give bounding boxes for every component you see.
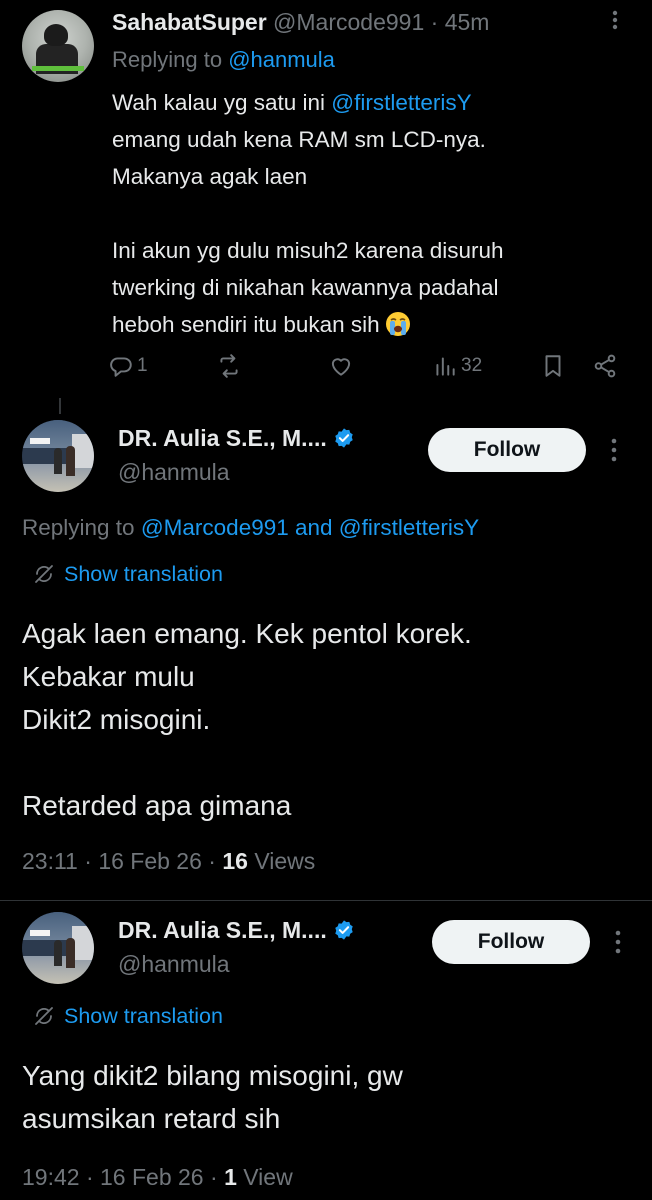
show-translation-link[interactable]: Show translation [32, 1002, 223, 1030]
show-translation-label: Show translation [64, 1004, 223, 1028]
views-count[interactable]: 16 [222, 848, 248, 874]
meta-separator: · [203, 1164, 225, 1190]
replying-mention[interactable]: @Marcode991 [141, 515, 289, 540]
tweet-text-part-2: emang udah kena RAM sm LCD-nya. Makanya … [112, 127, 504, 337]
tweet-mention[interactable]: @firstletterisY [331, 90, 471, 115]
reply-tweet[interactable]: SahabatSuper @Marcode991 · 45m Replying … [0, 0, 652, 398]
loudly-crying-face-icon [385, 312, 410, 336]
more-options-icon[interactable] [610, 926, 626, 958]
tweet-time[interactable]: · 45m [424, 9, 490, 35]
meta-separator: · [79, 1164, 101, 1190]
verified-badge-icon [335, 920, 353, 940]
like-action[interactable] [328, 350, 354, 382]
author-line: DR. Aulia S.E., M.... [118, 916, 355, 944]
avatar-rider-helmet [44, 24, 68, 46]
share-icon [594, 354, 616, 378]
author-name[interactable]: DR. Aulia S.E., M.... [118, 425, 327, 451]
replying-mention[interactable]: @hanmula [228, 47, 335, 72]
bookmark-icon [545, 355, 561, 377]
tweet-time[interactable]: 23:11 [22, 848, 78, 874]
replying-prefix: Replying to [22, 515, 141, 540]
views-label: View [243, 1164, 293, 1190]
avatar[interactable] [22, 420, 94, 492]
avatar-person [54, 448, 62, 474]
bookmark-action[interactable] [540, 350, 566, 382]
author-name[interactable]: SahabatSuper [112, 9, 267, 35]
tweet-time[interactable]: 19:42 [22, 1164, 80, 1190]
replying-mention[interactable]: @firstletterisY [339, 515, 479, 540]
more-options-icon[interactable] [606, 434, 622, 466]
meta-separator: · [201, 848, 223, 874]
focused-tweet: DR. Aulia S.E., M.... @hanmula Follow Re… [0, 414, 652, 890]
author-name[interactable]: DR. Aulia S.E., M.... [118, 917, 327, 943]
reply-icon [110, 357, 132, 377]
views-label: Views [254, 848, 316, 874]
reply-action[interactable]: 1 [108, 350, 148, 382]
retweet-action[interactable] [216, 350, 242, 382]
reply-count: 1 [137, 355, 148, 376]
avatar-person [66, 446, 75, 476]
tweet-text-part-1: Wah kalau yg satu ini [112, 90, 332, 115]
follow-button[interactable]: Follow [428, 428, 586, 472]
views-action[interactable]: 32 [432, 350, 482, 382]
translate-icon [35, 565, 53, 583]
author-handle[interactable]: @hanmula [118, 950, 230, 978]
thread-connector [59, 398, 61, 414]
show-translation-link[interactable]: Show translation [32, 560, 223, 588]
views-chart-icon [436, 357, 455, 376]
views-count: 32 [461, 355, 483, 376]
meta-separator: · [77, 848, 99, 874]
avatar-wall [72, 926, 94, 960]
avatar-person [66, 938, 75, 968]
replying-to: Replying to @Marcode991 and @firstletter… [22, 514, 479, 542]
replying-and: and [288, 515, 339, 540]
tweet-text: Agak laen emang. Kek pentol korek. Kebak… [22, 618, 472, 821]
tweet-date[interactable]: 16 Feb 26 [100, 1164, 204, 1190]
author-line: SahabatSuper @Marcode991 · 45m [112, 8, 489, 36]
replying-to: Replying to @hanmula [112, 46, 335, 74]
avatar-person [54, 940, 62, 966]
avatar-sign [30, 438, 50, 444]
avatar-wall [72, 434, 94, 468]
tweet-text: Yang dikit2 bilang misogini, gw asumsika… [22, 1060, 403, 1134]
retweet-icon [220, 354, 238, 378]
share-action[interactable] [592, 350, 618, 382]
author-handle[interactable]: @Marcode991 [273, 9, 424, 35]
tweet-meta: 19:42 · 16 Feb 26 · 1 View [22, 1162, 293, 1192]
more-options-icon[interactable] [600, 6, 630, 34]
tweet-meta: 23:11 · 16 Feb 26 · 16 Views [22, 846, 315, 876]
verified-badge-icon [335, 428, 353, 448]
divider [0, 900, 652, 901]
tweet-actions: 1 32 [108, 350, 628, 382]
tweet-date[interactable]: 16 Feb 26 [98, 848, 202, 874]
heart-icon [331, 358, 351, 376]
self-reply-tweet: DR. Aulia S.E., M.... @hanmula Follow Sh… [0, 906, 652, 1200]
avatar[interactable] [22, 912, 94, 984]
views-count[interactable]: 1 [224, 1164, 237, 1190]
author-handle[interactable]: @hanmula [118, 458, 230, 486]
translate-icon [35, 1007, 53, 1025]
tweet-text: Wah kalau yg satu ini @firstletterisY em… [112, 84, 632, 343]
show-translation-label: Show translation [64, 562, 223, 586]
follow-button[interactable]: Follow [432, 920, 590, 964]
avatar-rider-stripe [32, 66, 84, 71]
author-line: DR. Aulia S.E., M.... [118, 424, 355, 452]
tweet-thread: SahabatSuper @Marcode991 · 45m Replying … [0, 0, 652, 1200]
avatar[interactable] [22, 10, 94, 82]
avatar-sign [30, 930, 50, 936]
replying-prefix: Replying to [112, 47, 229, 72]
